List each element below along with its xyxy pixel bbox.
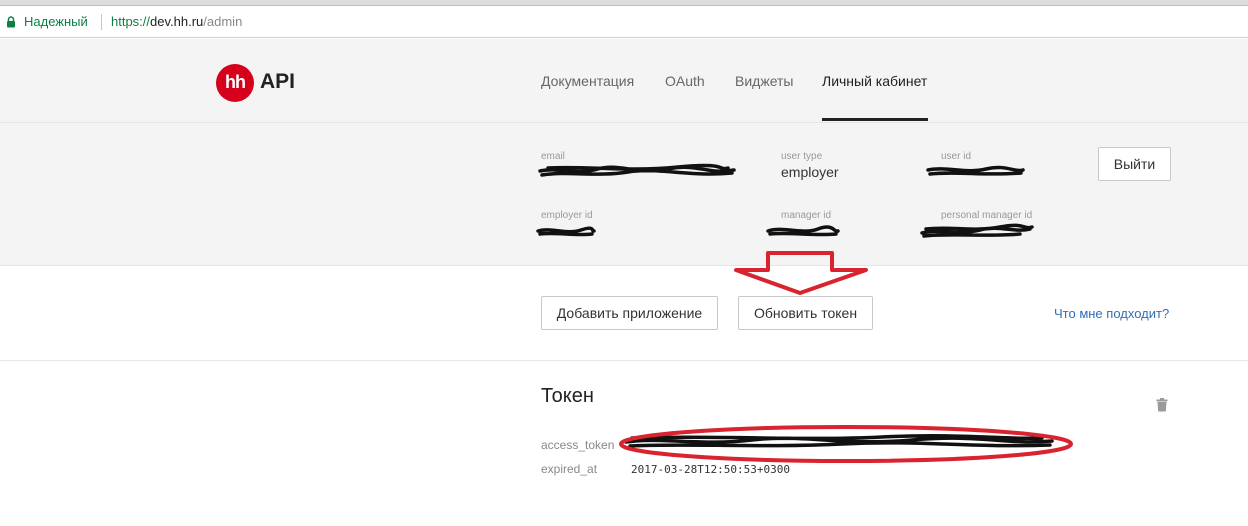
user-id-label: user id — [941, 151, 972, 162]
nav-oauth[interactable]: OAuth — [665, 73, 705, 89]
profile-panel: email user type employer user id employe… — [0, 123, 1248, 266]
lock-icon — [6, 15, 16, 28]
personal-manager-id-label: personal manager id — [941, 210, 1033, 221]
nav-widgets[interactable]: Виджеты — [735, 73, 794, 89]
user-id-redacted-scribble — [926, 165, 1025, 176]
logo-text[interactable]: API — [260, 70, 295, 94]
help-link[interactable]: Что мне подходит? — [1054, 306, 1169, 321]
user-type-label: user type — [781, 151, 823, 162]
access-token-redacted-scribble — [624, 433, 1054, 448]
refresh-token-button[interactable]: Обновить токен — [738, 296, 873, 330]
nav-personal-account[interactable]: Личный кабинет — [822, 73, 927, 89]
url-host: dev.hh.ru — [150, 14, 204, 29]
section-divider — [0, 360, 1248, 361]
secure-label: Надежный — [24, 14, 88, 29]
nav-active-underline — [822, 118, 928, 121]
token-section-title: Токен — [541, 385, 594, 407]
email-redacted-scribble — [538, 163, 736, 177]
url-scheme: https:// — [111, 14, 151, 29]
expired-at-label: expired_at — [541, 462, 598, 476]
trash-icon[interactable] — [1156, 398, 1168, 412]
access-token-label: access_token — [541, 438, 615, 452]
site-header: hh API Документация OAuth Виджеты Личный… — [0, 39, 1248, 123]
personal-manager-id-redacted-scribble — [920, 223, 1034, 238]
url-path: /admin — [203, 14, 243, 29]
manager-id-label: manager id — [781, 210, 832, 221]
hh-logo[interactable]: hh — [216, 64, 254, 102]
url-text[interactable]: https://dev.hh.ru/admin — [111, 14, 242, 29]
logout-button[interactable]: Выйти — [1098, 147, 1171, 181]
nav-documentation[interactable]: Документация — [541, 73, 634, 89]
address-separator — [101, 14, 102, 30]
email-label: email — [541, 151, 565, 162]
user-type-value: employer — [781, 164, 839, 180]
employer-id-label: employer id — [541, 210, 593, 221]
employer-id-redacted-scribble — [536, 226, 596, 237]
expired-at-value: 2017-03-28T12:50:53+0300 — [631, 463, 790, 476]
add-application-button[interactable]: Добавить приложение — [541, 296, 718, 330]
address-bar[interactable]: Надежный https://dev.hh.ru/admin — [0, 6, 1248, 38]
manager-id-redacted-scribble — [766, 225, 840, 237]
page: Надежный https://dev.hh.ru/admin hh API … — [0, 0, 1248, 526]
